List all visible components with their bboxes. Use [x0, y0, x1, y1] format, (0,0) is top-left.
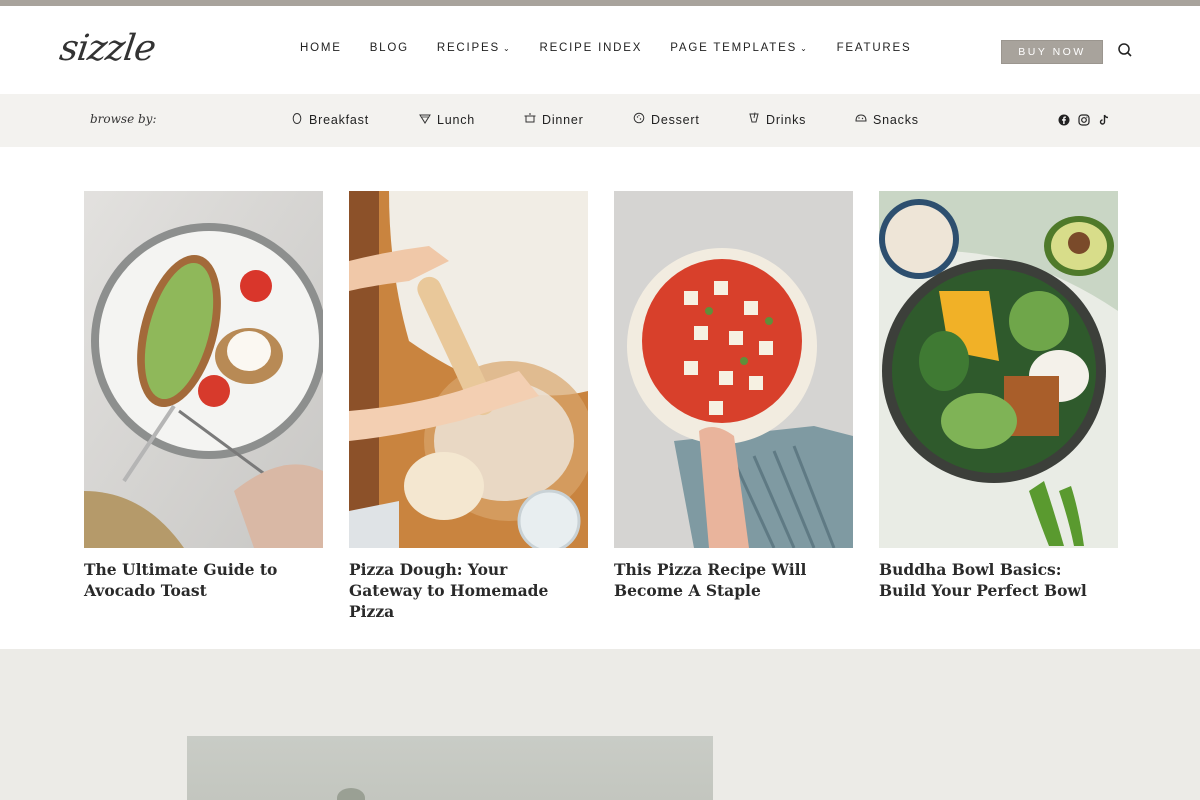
category-label: Dessert: [651, 112, 700, 127]
nav-item-features[interactable]: FEATURES: [837, 42, 912, 54]
category-breakfast[interactable]: Breakfast: [291, 112, 369, 127]
feature-image-detail: [337, 788, 365, 800]
instagram-icon[interactable]: [1078, 113, 1090, 126]
nav-item-home[interactable]: HOME: [300, 42, 342, 54]
recipe-card-buddha-bowl[interactable]: Buddha Bowl Basics: Build Your Perfect B…: [879, 191, 1118, 622]
recipe-card-pizza[interactable]: This Pizza Recipe Will Become A Staple: [614, 191, 853, 622]
site-logo[interactable]: sizzle: [57, 28, 158, 69]
buy-now-button[interactable]: BUY NOW: [1001, 40, 1103, 64]
drink-icon: [748, 112, 760, 127]
recipe-card-title[interactable]: Buddha Bowl Basics: Build Your Perfect B…: [879, 559, 1109, 601]
recipe-card-title[interactable]: Pizza Dough: Your Gateway to Homemade Pi…: [349, 559, 579, 622]
nav-item-recipes[interactable]: RECIPES ⌄: [437, 42, 512, 54]
category-drinks[interactable]: Drinks: [748, 112, 806, 127]
search-icon[interactable]: [1117, 42, 1133, 58]
category-label: Dinner: [542, 112, 584, 127]
category-lunch[interactable]: Lunch: [419, 112, 475, 127]
recipe-card-image[interactable]: [84, 191, 323, 548]
nav-item-recipe-index[interactable]: RECIPE INDEX: [539, 42, 642, 54]
cookie-icon: [633, 112, 645, 127]
recipe-card-image[interactable]: [614, 191, 853, 548]
tiktok-icon[interactable]: [1098, 113, 1110, 125]
nav-item-label: RECIPES: [436, 42, 500, 54]
recipe-card-image[interactable]: [349, 191, 588, 548]
category-dinner[interactable]: Dinner: [524, 112, 584, 127]
feature-image[interactable]: [187, 736, 713, 800]
nav-item-blog[interactable]: BLOG: [370, 42, 409, 54]
browse-label: browse by:: [90, 112, 157, 126]
recipe-card-image[interactable]: [879, 191, 1118, 548]
category-label: Snacks: [873, 112, 919, 127]
nav-item-label: BLOG: [369, 42, 409, 54]
social-links: [1058, 113, 1110, 126]
category-label: Lunch: [437, 112, 476, 127]
site-header: sizzle HOME BLOG RECIPES ⌄ RECIPE INDEX P…: [0, 6, 1200, 94]
browse-bar: browse by: Breakfast Lunch Dinner Desser…: [0, 94, 1200, 147]
nav-item-label: RECIPE INDEX: [539, 42, 643, 54]
facebook-icon[interactable]: [1058, 113, 1070, 126]
recipe-card-title[interactable]: This Pizza Recipe Will Become A Staple: [614, 559, 844, 601]
category-dessert[interactable]: Dessert: [633, 112, 700, 127]
egg-icon: [291, 112, 303, 127]
chevron-down-icon: ⌄: [502, 43, 512, 53]
nav-item-label: FEATURES: [836, 42, 912, 54]
nav-item-label: PAGE TEMPLATES: [670, 42, 798, 54]
pot-icon: [524, 112, 536, 127]
recipe-card-pizza-dough[interactable]: Pizza Dough: Your Gateway to Homemade Pi…: [349, 191, 588, 622]
category-snacks[interactable]: Snacks: [855, 112, 919, 127]
category-label: Drinks: [766, 112, 807, 127]
recipe-card-avocado-toast[interactable]: The Ultimate Guide to Avocado Toast: [84, 191, 323, 622]
nav-item-label: HOME: [300, 42, 342, 54]
snack-icon: [855, 112, 867, 127]
main-nav: HOME BLOG RECIPES ⌄ RECIPE INDEX PAGE TEM…: [300, 42, 911, 54]
chevron-down-icon: ⌄: [800, 43, 809, 53]
nav-item-page-templates[interactable]: PAGE TEMPLATES ⌄: [670, 42, 808, 54]
taco-icon: [419, 112, 431, 127]
bottom-section: [0, 649, 1200, 800]
category-label: Breakfast: [309, 112, 370, 127]
recipe-cards: The Ultimate Guide to Avocado Toast Pizz…: [84, 191, 1118, 622]
recipe-card-title[interactable]: The Ultimate Guide to Avocado Toast: [84, 559, 314, 601]
